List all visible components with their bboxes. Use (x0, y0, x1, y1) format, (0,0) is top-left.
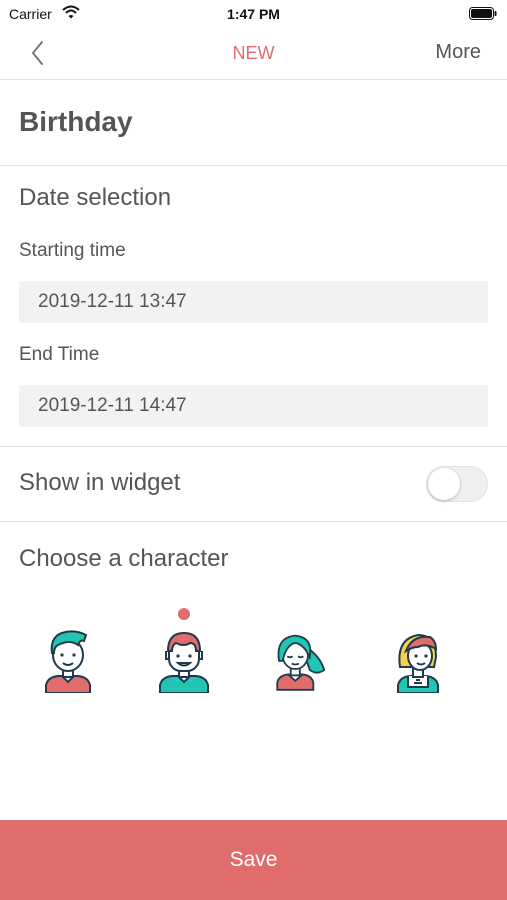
girl-teal-hair-icon[interactable] (270, 627, 326, 693)
widget-section: Show in widget (0, 447, 507, 522)
back-chevron-icon[interactable] (26, 38, 50, 68)
end-time-field[interactable]: 2019-12-11 14:47 (19, 385, 488, 427)
start-time-label: Starting time (19, 240, 126, 261)
status-time: 1:47 PM (227, 6, 280, 22)
date-selection-heading: Date selection (19, 184, 172, 211)
status-bar: Carrier 1:47 PM (0, 0, 507, 28)
more-button[interactable]: More (435, 41, 481, 64)
choose-character-heading: Choose a character (19, 545, 229, 572)
show-in-widget-toggle[interactable] (426, 466, 488, 502)
show-in-widget-label: Show in widget (19, 469, 181, 496)
character-section: Choose a character (0, 522, 507, 820)
end-time-label: End Time (19, 344, 100, 365)
event-title-section: Birthday (0, 80, 507, 166)
event-title[interactable]: Birthday (19, 106, 133, 138)
girl-blonde-hair-icon[interactable] (390, 627, 446, 693)
toggle-knob (428, 468, 460, 500)
navigation-bar: NEW More (0, 28, 507, 80)
boy-pink-hair-icon[interactable] (156, 627, 212, 693)
save-button[interactable]: Save (0, 820, 507, 900)
battery-icon (469, 7, 497, 20)
date-selection-section: Date selection Starting time 2019-12-11 … (0, 166, 507, 447)
boy-teal-hair-icon[interactable] (40, 627, 96, 693)
selected-indicator-dot (178, 608, 190, 620)
start-time-field[interactable]: 2019-12-11 13:47 (19, 281, 488, 323)
page-title: NEW (232, 43, 275, 63)
